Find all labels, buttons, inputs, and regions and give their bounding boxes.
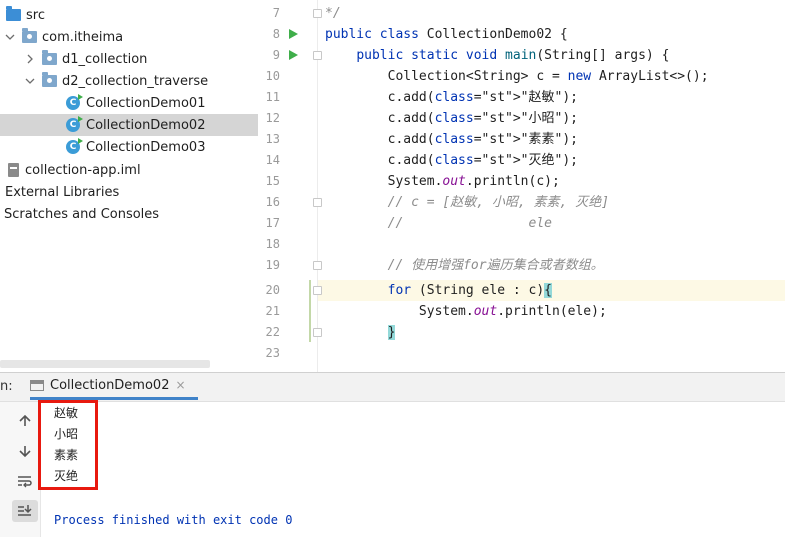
package-icon — [42, 72, 57, 87]
tree-item-scratches-and-consoles[interactable]: Scratches and Consoles — [0, 203, 258, 225]
code-line[interactable]: public class CollectionDemo02 { — [325, 24, 568, 45]
run-window-label: n: — [0, 379, 13, 394]
console-icon — [30, 379, 44, 391]
line-number: 7 — [272, 6, 280, 20]
line-number: 14 — [265, 153, 280, 167]
line-number: 22 — [265, 325, 280, 339]
java-class-icon: C — [66, 116, 83, 132]
line-number: 13 — [265, 132, 280, 146]
tree-item-label: com.itheima — [42, 29, 124, 45]
run-header: n: CollectionDemo02 × — [0, 373, 785, 402]
code-line[interactable]: System.out.println(c); — [325, 171, 560, 192]
run-tool-window: n: CollectionDemo02 × 赵敏 小昭 素素 灭绝 Proces… — [0, 372, 785, 537]
java-class-icon: C — [66, 138, 83, 154]
project-tree: src com.itheima d1_collection d2_collect… — [0, 0, 258, 372]
change-marker — [309, 280, 311, 342]
tree-item-external-libraries[interactable]: External Libraries — [0, 181, 258, 203]
tree-item-d1-collection[interactable]: d1_collection — [0, 48, 258, 70]
line-number: 10 — [265, 69, 280, 83]
iml-file-icon — [8, 163, 19, 177]
tree-item-label: External Libraries — [5, 184, 120, 200]
fold-marker-icon[interactable] — [313, 328, 322, 337]
run-tab-label: CollectionDemo02 — [50, 377, 170, 393]
package-icon — [22, 28, 37, 43]
code-line[interactable]: // c = [赵敏, 小昭, 素素, 灭绝] — [325, 192, 609, 213]
line-number: 18 — [265, 237, 280, 251]
code-line[interactable]: c.add(class="st">"赵敏"); — [325, 87, 578, 108]
line-number: 12 — [265, 111, 280, 125]
code-line[interactable]: for (String ele : c){ — [325, 280, 552, 301]
tree-item-label: CollectionDemo03 — [86, 139, 206, 155]
line-number: 21 — [265, 304, 280, 318]
soft-wrap-icon[interactable] — [12, 470, 38, 492]
folder-icon — [6, 6, 21, 21]
fold-marker-icon[interactable] — [313, 198, 322, 207]
tree-item-src[interactable]: src — [0, 4, 258, 26]
line-number: 23 — [265, 346, 280, 360]
line-number: 20 — [265, 283, 280, 297]
chevron-down-icon[interactable] — [24, 75, 36, 87]
code-line[interactable]: Collection<String> c = new ArrayList<>()… — [325, 66, 709, 87]
package-icon — [42, 50, 57, 65]
run-toolbar — [0, 402, 41, 537]
chevron-right-icon[interactable] — [24, 53, 36, 65]
fold-marker-icon[interactable] — [313, 9, 322, 18]
code-line[interactable]: */ — [325, 3, 341, 24]
code-line[interactable]: c.add(class="st">"小昭"); — [325, 108, 578, 129]
run-arrow-icon[interactable] — [289, 50, 298, 60]
tree-item-collectiondemo03[interactable]: C CollectionDemo03 — [0, 136, 258, 158]
line-number: 17 — [265, 216, 280, 230]
scroll-to-end-icon[interactable] — [12, 500, 38, 522]
code-line[interactable]: c.add(class="st">"灭绝"); — [325, 150, 578, 171]
fold-marker-icon[interactable] — [313, 286, 322, 295]
line-number: 9 — [272, 48, 280, 62]
line-number: 19 — [265, 258, 280, 272]
close-icon[interactable]: × — [175, 378, 185, 392]
fold-marker-icon[interactable] — [313, 261, 322, 270]
tree-item-label: CollectionDemo01 — [86, 95, 206, 111]
tree-item-com-itheima[interactable]: com.itheima — [0, 26, 258, 48]
java-class-icon: C — [66, 94, 83, 110]
code-line[interactable]: public static void main(String[] args) { — [325, 45, 669, 66]
tree-item-label: collection-app.iml — [25, 162, 141, 178]
fold-marker-icon[interactable] — [313, 51, 322, 60]
horizontal-scrollbar[interactable] — [0, 360, 210, 368]
red-highlight-box — [38, 400, 98, 490]
chevron-down-icon[interactable] — [4, 31, 16, 43]
arrow-down-icon[interactable] — [12, 440, 38, 462]
line-number: 11 — [265, 90, 280, 104]
code-line[interactable]: // ele — [325, 213, 552, 234]
run-arrow-icon[interactable] — [289, 29, 298, 39]
run-tab[interactable]: CollectionDemo02 × — [30, 373, 198, 400]
line-number: 15 — [265, 174, 280, 188]
tree-item-label: Scratches and Consoles — [4, 206, 160, 222]
process-exit-message: Process finished with exit code 0 — [54, 513, 293, 527]
tree-item-label: src — [26, 7, 45, 23]
tree-item-label: d2_collection_traverse — [62, 73, 209, 89]
arrow-up-icon[interactable] — [12, 410, 38, 432]
code-line[interactable]: // 使用增强for遍历集合或者数组。 — [325, 255, 604, 276]
code-editor[interactable]: 7 8 9 10 11 12 13 14 15 16 17 18 19 20 2… — [258, 0, 785, 372]
code-line[interactable]: System.out.println(ele); — [325, 301, 607, 322]
line-number: 16 — [265, 195, 280, 209]
code-line[interactable]: c.add(class="st">"素素"); — [325, 129, 578, 150]
tree-item-label: CollectionDemo02 — [86, 117, 206, 133]
tree-item-label: d1_collection — [62, 51, 148, 67]
code-line[interactable]: } — [325, 322, 396, 343]
tree-item-collectiondemo01[interactable]: C CollectionDemo01 — [0, 92, 258, 114]
tree-item-collection-app-iml[interactable]: collection-app.iml — [0, 159, 258, 181]
tree-item-d2-collection-traverse[interactable]: d2_collection_traverse — [0, 70, 258, 92]
tree-item-collectiondemo02[interactable]: C CollectionDemo02 — [0, 114, 258, 136]
line-number: 8 — [272, 27, 280, 41]
